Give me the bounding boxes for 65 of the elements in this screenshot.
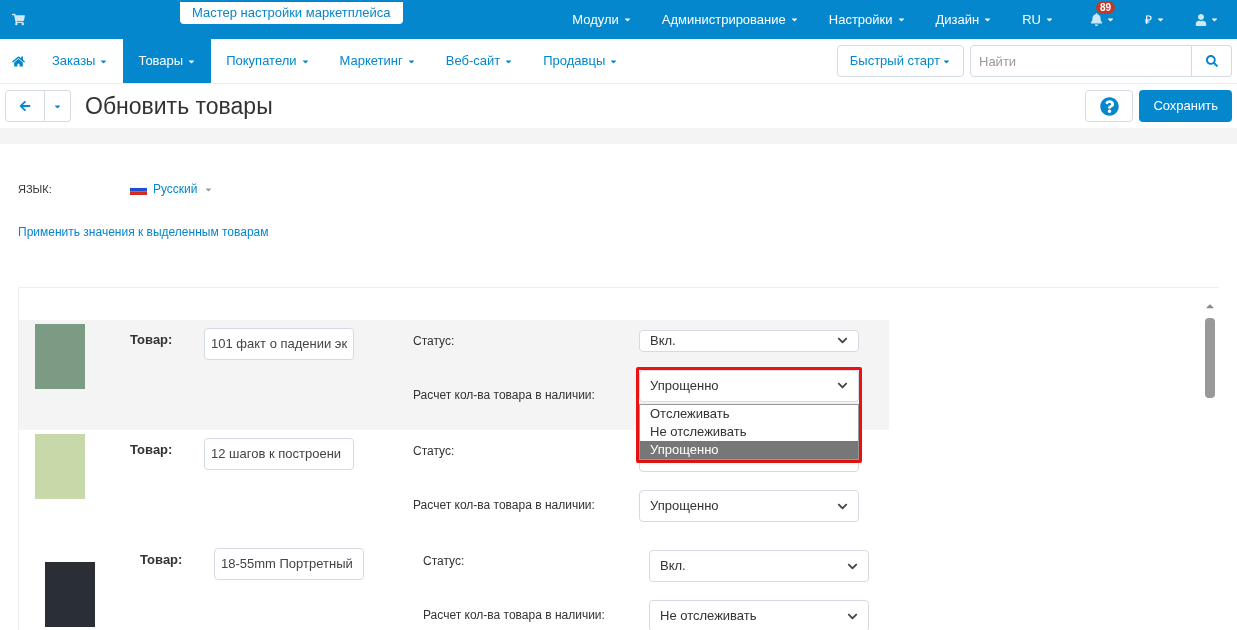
caret-icon [1045,15,1054,24]
dropdown-option[interactable]: Не отслеживать [640,422,858,441]
caret-icon [983,15,993,24]
cart-icon[interactable] [12,13,25,26]
caret-icon [622,15,632,24]
product-photo-placeholder [35,324,85,389]
arrow-left-icon [19,100,31,112]
save-button[interactable]: Сохранить [1139,90,1232,122]
dropdown-option[interactable]: Упрощенно [640,440,858,459]
select-field[interactable]: Не отслеживать [649,600,869,630]
menu-item[interactable]: Дизайн [920,9,1008,30]
caret-icon [789,15,799,24]
nav-tab[interactable]: Маркетинг [324,39,431,83]
product-photo-placeholder [45,562,95,627]
product-name-field[interactable]: 12 шагов к построени [204,438,354,470]
wizard-button[interactable]: Мастер настройки маркетплейса [180,1,403,24]
user-icon [1195,13,1207,26]
menu-item[interactable]: Модули [557,9,647,30]
search-icon [1205,55,1218,67]
nav-tab[interactable]: Веб-сайт [430,39,529,83]
home-icon [12,54,25,68]
status-label: Статус: [413,333,456,350]
chevron-down-icon [837,380,848,391]
select-field[interactable]: Вкл. [649,550,869,582]
stock-label: Расчет кол-ва товара в наличии: [423,607,606,624]
help-button[interactable] [1085,90,1134,122]
stock-label: Расчет кол-ва товара в наличии: [413,387,596,404]
search-button[interactable] [1192,45,1232,77]
language-label: ЯЗЫК: [18,181,53,197]
menu-item[interactable]: Настройки [813,9,921,30]
search-field[interactable]: Найти [970,45,1192,77]
page-title: Обновить товары [85,91,273,121]
select-field[interactable]: Упрощенно [639,490,859,522]
product-name-field[interactable]: 101 факт о падении эк [204,328,354,360]
product-label: Товар: [130,441,174,459]
select-field[interactable]: Вкл. [639,330,859,352]
bell-icon [1090,13,1103,26]
product-label: Товар: [140,551,184,569]
notification-badge: 89 [1096,1,1116,14]
language-selector[interactable]: Русский [130,180,213,198]
quick-start-button[interactable]: Быстрый старт [836,45,964,77]
status-label: Статус: [413,443,456,460]
product-name-field[interactable]: 18-55mm Портретный [214,548,364,580]
scrollbar-thumb[interactable] [1205,318,1215,398]
caret-icon [896,15,906,24]
nav-tab[interactable]: Покупатели [211,39,325,83]
apply-values-link[interactable]: Применить значения к выделенным товарам [18,225,269,239]
currency-menu[interactable]: ₽ [1130,10,1180,29]
dropdown-option[interactable]: Отслеживать [640,404,858,423]
menu-item[interactable]: Администрирование [646,9,814,30]
product-photo-placeholder [35,434,85,499]
status-label: Статус: [423,553,466,570]
stock-label: Расчет кол-ва товара в наличии: [413,497,596,514]
help-icon [1099,96,1119,116]
back-button[interactable] [5,90,45,122]
nav-tab[interactable]: Товары [123,39,212,83]
caret-icon [1210,15,1219,24]
menu-item[interactable]: RU [1007,9,1069,30]
select-field[interactable]: Упрощенно [639,369,859,402]
nav-tab[interactable]: Продавцы [528,39,634,83]
flag-icon [130,183,147,195]
product-label: Товар: [130,331,174,349]
caret-icon [1106,15,1115,24]
caret-icon [1156,15,1165,24]
nav-tab[interactable]: Заказы [37,39,124,83]
